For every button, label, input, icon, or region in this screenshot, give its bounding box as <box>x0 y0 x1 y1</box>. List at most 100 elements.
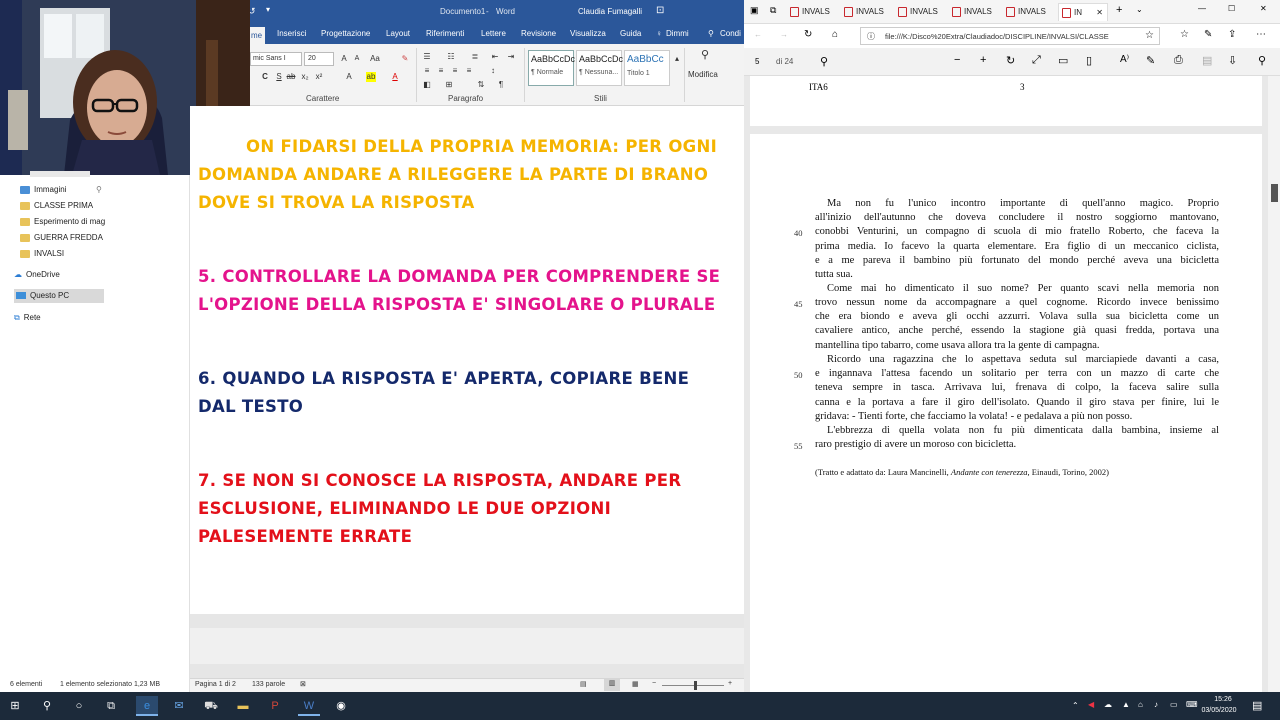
styles-scroll-icon[interactable]: ▴ <box>672 54 682 64</box>
line-spacing-icon[interactable]: ↕ <box>488 66 498 76</box>
print-icon[interactable]: ⎙ <box>1174 54 1183 67</box>
home-icon[interactable]: ⌂ <box>832 29 838 40</box>
edge-tab-5[interactable]: INVALS <box>1006 3 1058 21</box>
pdf-scrollbar[interactable] <box>1268 76 1280 692</box>
nav-item-questo-pc[interactable]: Questo PC <box>14 289 104 303</box>
minimize-icon[interactable]: — <box>1198 4 1206 13</box>
word-app-icon[interactable]: W <box>298 696 320 716</box>
read-mode-icon[interactable]: ▤ <box>580 680 587 688</box>
find-icon[interactable]: ⚲ <box>700 50 710 61</box>
nav-item-guerra-fredda[interactable]: GUERRA FREDDA <box>20 231 103 245</box>
edge-tab-4[interactable]: INVALS <box>952 3 1004 21</box>
edge-tab-1[interactable]: INVALS <box>790 3 842 21</box>
tab-lettere[interactable]: Lettere <box>481 29 506 38</box>
notifications-icon[interactable]: ▤ <box>1252 699 1262 712</box>
new-tab-icon[interactable]: + <box>1116 4 1122 16</box>
shrink-font-icon[interactable]: A <box>352 54 362 64</box>
grow-font-icon[interactable]: A <box>339 54 349 64</box>
obs-icon[interactable]: ◉ <box>330 696 352 716</box>
pdf-viewer[interactable]: ITA6 3 Ma non fu l'unico incontro import… <box>744 76 1268 692</box>
zoom-in-icon[interactable]: + <box>980 54 986 66</box>
multilevel-list-icon[interactable]: ≣ <box>470 52 480 62</box>
clear-format-icon[interactable]: ✎ <box>400 54 410 64</box>
nav-item-invalsi[interactable]: INVALSI <box>20 247 64 261</box>
tab-progettazione[interactable]: Progettazione <box>321 29 370 38</box>
url-field[interactable]: ⓘ file:///K:/Disco%20Extra/Claudiadoc/DI… <box>860 27 1160 45</box>
print-layout-icon[interactable]: ▥ <box>604 679 620 691</box>
modifica-button[interactable]: Modifica <box>688 70 718 79</box>
favorite-star-icon[interactable]: ☆ <box>1145 30 1154 41</box>
refresh-icon[interactable]: ↻ <box>804 29 812 40</box>
back-icon[interactable]: ← <box>754 30 762 39</box>
close-window-icon[interactable]: ✕ <box>1260 4 1267 13</box>
search-icon[interactable]: ⚲ <box>820 55 828 68</box>
zoom-in-icon[interactable]: + <box>728 680 732 687</box>
align-center-icon[interactable]: ≡ <box>436 66 446 76</box>
tab-revisione[interactable]: Revisione <box>521 29 556 38</box>
zoom-out-icon[interactable]: − <box>954 54 960 66</box>
onedrive-tray-icon[interactable]: ☁ <box>1104 700 1112 709</box>
font-color-icon[interactable]: A <box>390 72 400 82</box>
underline-icon[interactable]: S <box>274 72 284 82</box>
nav-item-rete[interactable]: ⧉ Rete <box>14 311 41 325</box>
zoom-slider-thumb[interactable] <box>694 681 697 690</box>
rotate-icon[interactable]: ↻ <box>1006 54 1015 67</box>
store-icon[interactable]: ⛟ <box>200 696 222 716</box>
user-name[interactable]: Claudia Fumagalli <box>578 7 642 16</box>
nav-item-onedrive[interactable]: ☁ OneDrive <box>14 268 60 282</box>
network-tray-icon[interactable]: ⌂ <box>1138 700 1143 709</box>
edge-tab-active[interactable]: IN ✕ <box>1058 3 1108 21</box>
edge-tab-2[interactable]: INVALS <box>844 3 896 21</box>
tabs-menu-icon[interactable]: ⌄ <box>1136 5 1143 14</box>
tray-chevron-icon[interactable]: ⌃ <box>1072 701 1079 710</box>
tab-home[interactable]: me <box>248 27 266 44</box>
increase-indent-icon[interactable]: ⇥ <box>506 52 516 62</box>
nav-item-classe-prima[interactable]: CLASSE PRIMA <box>20 199 93 213</box>
tab-dimmi[interactable]: Dimmi <box>666 29 689 38</box>
text-effects-icon[interactable]: A <box>344 72 354 82</box>
maximize-icon[interactable]: ☐ <box>1228 4 1235 13</box>
language-icon[interactable]: ⌨ <box>1186 700 1198 709</box>
borders-icon[interactable]: ⊞ <box>444 80 454 90</box>
italic-icon[interactable]: C <box>260 72 270 82</box>
shading-icon[interactable]: ◧ <box>422 80 432 90</box>
highlight-icon[interactable]: ab <box>366 72 376 82</box>
font-size-select[interactable]: 20 <box>304 52 334 66</box>
save-as-icon[interactable]: ⇩ <box>1228 54 1237 67</box>
pilcrow-icon[interactable]: ¶ <box>496 80 506 90</box>
tab-condividi[interactable]: Condi <box>720 29 741 38</box>
justify-icon[interactable]: ≡ <box>464 66 474 76</box>
save-icon[interactable]: ▤ <box>1202 54 1212 67</box>
pin-toolbar-icon[interactable]: ⚲ <box>1258 54 1266 67</box>
ribbon-display-icon[interactable]: ⊡ <box>656 5 664 16</box>
zoom-slider[interactable] <box>662 685 724 686</box>
read-aloud-icon[interactable]: A⁾ <box>1120 54 1129 65</box>
change-case-icon[interactable]: Aa <box>370 54 380 64</box>
align-left-icon[interactable]: ≡ <box>422 66 432 76</box>
search-icon[interactable]: ⚲ <box>36 696 58 716</box>
bullets-icon[interactable]: ☰ <box>422 52 432 62</box>
align-right-icon[interactable]: ≡ <box>450 66 460 76</box>
tray-app-icon[interactable]: ◀ <box>1088 700 1094 709</box>
font-name-select[interactable]: mic Sans I <box>250 52 302 66</box>
tab-visualizza[interactable]: Visualizza <box>570 29 606 38</box>
nav-item-immagini[interactable]: Immagini ⚲ <box>20 183 102 197</box>
mail-icon[interactable]: ✉ <box>168 696 190 716</box>
scrollbar-thumb[interactable] <box>1271 184 1278 202</box>
numbering-icon[interactable]: ☷ <box>446 52 456 62</box>
edge-tab-3[interactable]: INVALS <box>898 3 950 21</box>
style-titolo1[interactable]: AaBbCc Titolo 1 <box>624 50 670 86</box>
start-icon[interactable]: ⊞ <box>4 696 26 716</box>
nav-item-esperimento[interactable]: Esperimento di mag <box>20 215 105 229</box>
favorites-icon[interactable]: ☆ <box>1180 29 1189 40</box>
clock-time[interactable]: 15:26 <box>1207 696 1239 703</box>
more-icon[interactable]: ⋯ <box>1256 29 1266 40</box>
word-document[interactable]: ON FIDARSI DELLA PROPRIA MEMORIA: PER OG… <box>190 106 744 616</box>
task-view-icon[interactable]: ⧉ <box>100 696 122 716</box>
superscript-icon[interactable]: x² <box>314 72 324 82</box>
subscript-icon[interactable]: x₂ <box>300 72 310 82</box>
battery-icon[interactable]: ▭ <box>1170 700 1178 709</box>
share-icon[interactable]: ⇪ <box>1228 29 1236 40</box>
file-explorer-icon[interactable]: ▬ <box>232 696 254 716</box>
cortana-icon[interactable]: ○ <box>68 696 90 716</box>
